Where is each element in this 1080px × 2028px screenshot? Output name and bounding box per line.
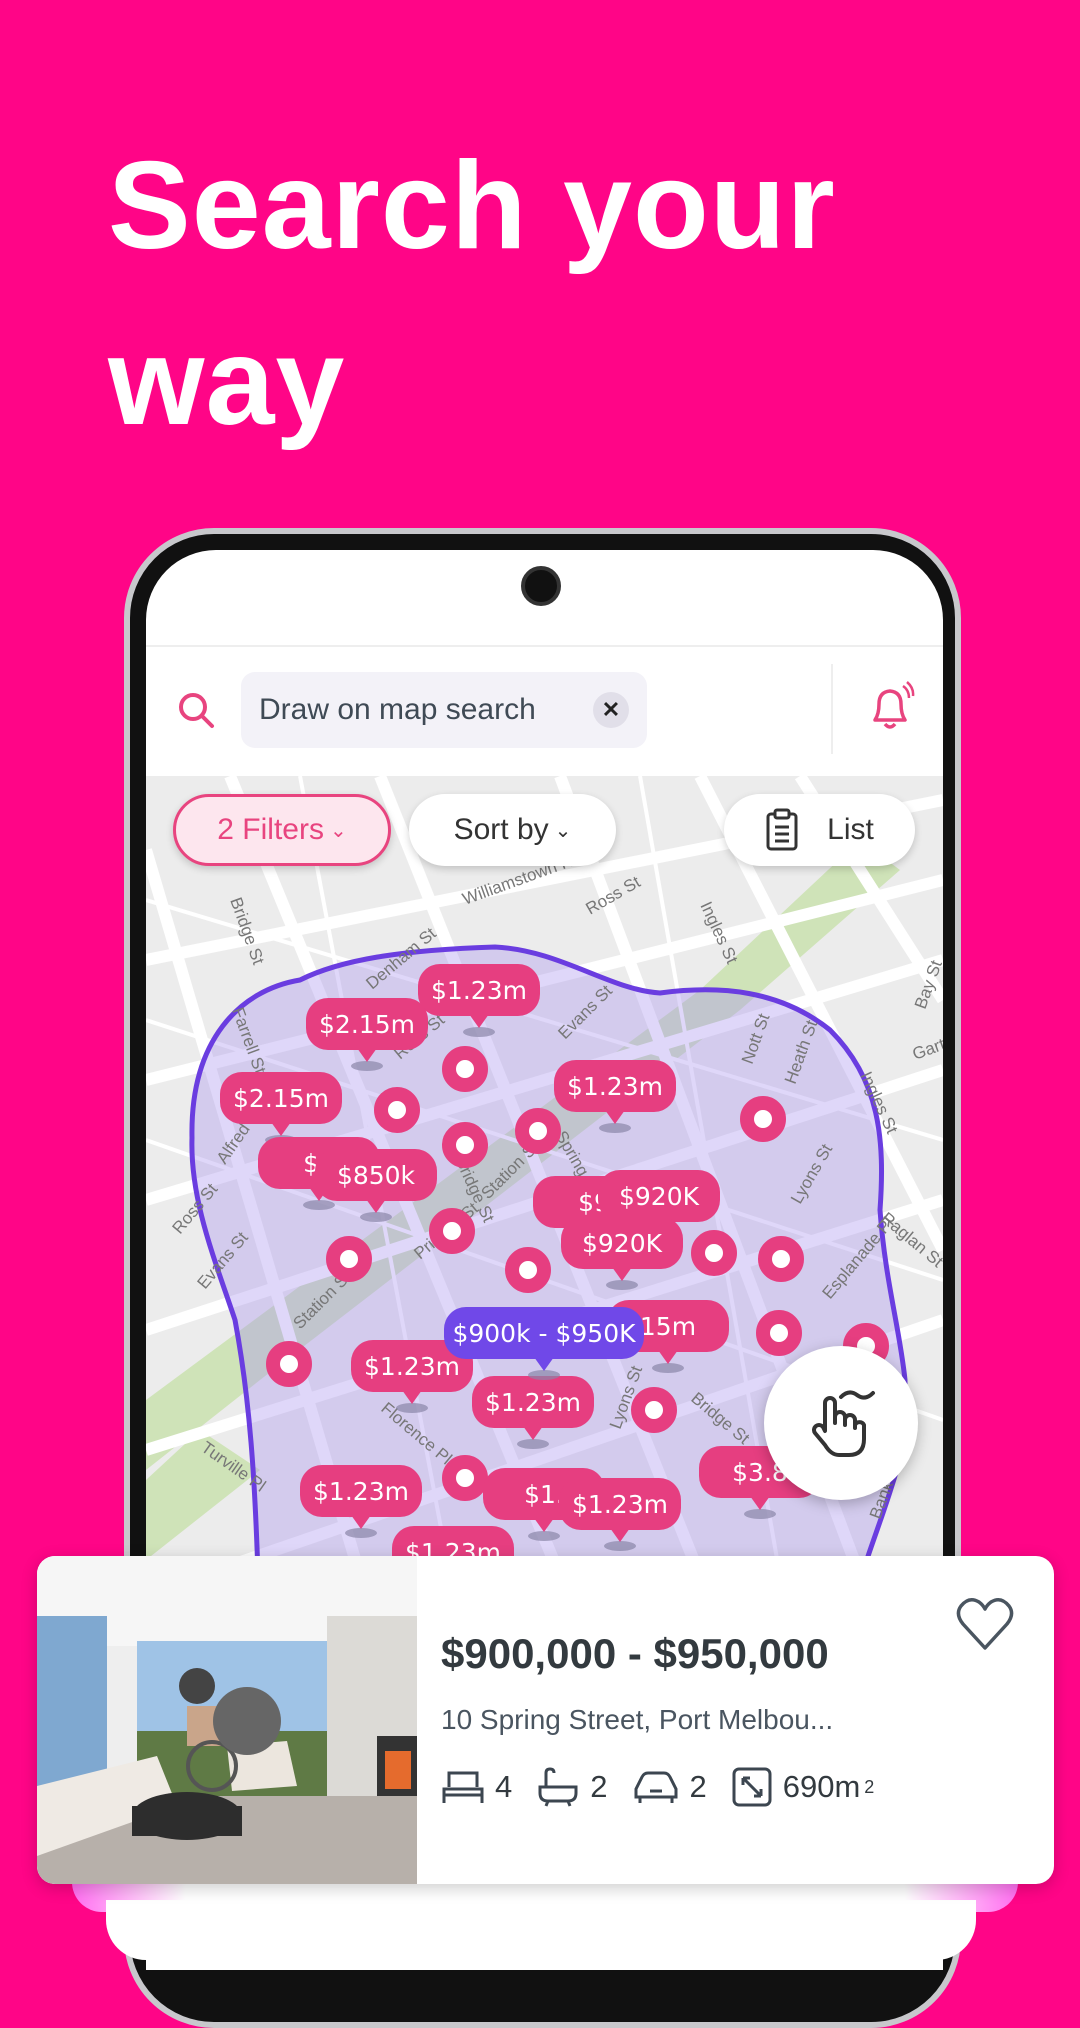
listing-photo[interactable] [37, 1556, 417, 1884]
close-icon[interactable]: ✕ [593, 692, 629, 728]
map-pin-price: $1.23m [431, 976, 527, 1005]
car-icon [634, 1771, 677, 1803]
map-pin-unlabeled[interactable] [429, 1208, 475, 1254]
map-pin-unlabeled[interactable] [374, 1087, 420, 1133]
sort-label: Sort by [453, 813, 549, 846]
map-pin-unlabeled[interactable] [442, 1122, 488, 1168]
search-input[interactable]: Draw on map search ✕ [241, 672, 647, 748]
map-pin-price: $920K [619, 1182, 700, 1211]
filters-label: 2 Filters [217, 813, 324, 846]
baths-feature: 2 [536, 1767, 608, 1807]
listing-features: 4 2 2 690m 2 [441, 1766, 898, 1808]
map-pin-price: $1.23m [567, 1072, 663, 1101]
map-pin-price: $850k [337, 1161, 416, 1190]
map-pin-price: $2.15m [233, 1084, 329, 1113]
listing-card[interactable]: $900,000 - $950,000 10 Spring Street, Po… [37, 1556, 1054, 1884]
area-value: 690m [782, 1769, 861, 1804]
map-pin-unlabeled[interactable] [740, 1096, 786, 1142]
map-pin-unlabeled[interactable] [515, 1108, 561, 1154]
map-pin-unlabeled[interactable] [691, 1230, 737, 1276]
cars-count: 2 [689, 1769, 707, 1804]
map-pin-unlabeled[interactable] [442, 1046, 488, 1092]
map-pin-unlabeled[interactable] [631, 1387, 677, 1433]
phone-base [106, 1900, 976, 1960]
baths-count: 2 [590, 1769, 608, 1804]
divider [831, 664, 833, 754]
map-pin-unlabeled[interactable] [756, 1310, 802, 1356]
filters-button[interactable]: 2 Filters ⌄ [173, 794, 391, 866]
map-pin-unlabeled[interactable] [442, 1455, 488, 1501]
draw-gesture-button[interactable] [764, 1346, 918, 1500]
map-pin-price: $1.23m [572, 1490, 668, 1519]
front-camera [521, 566, 561, 606]
map-pin-price: $1.23m [485, 1388, 581, 1417]
area-unit-superscript: 2 [864, 1776, 875, 1797]
bed-icon [442, 1771, 484, 1803]
map-pin-unlabeled[interactable] [758, 1236, 804, 1282]
map-pin-unlabeled[interactable] [266, 1341, 312, 1387]
headline-line-1: Search your [108, 137, 836, 275]
map-pin-unlabeled[interactable] [326, 1236, 372, 1282]
chevron-down-icon: ⌄ [329, 819, 347, 842]
bell-icon[interactable] [865, 680, 915, 736]
listing-price: $900,000 - $950,000 [441, 1630, 829, 1677]
map-pin-price: $920K [582, 1229, 663, 1258]
bath-icon [538, 1767, 578, 1807]
map-pin-unlabeled[interactable] [505, 1247, 551, 1293]
list-label: List [827, 813, 874, 846]
map-pin-price: $2.15m [319, 1010, 415, 1039]
area-icon [732, 1767, 772, 1807]
map-pin-price: $900k - $950K [452, 1319, 636, 1348]
list-view-button[interactable]: List [724, 794, 915, 866]
hand-pointer-icon [812, 1390, 875, 1457]
area-feature: 690m 2 [731, 1766, 875, 1808]
beds-feature: 4 [441, 1767, 512, 1807]
listing-address: 10 Spring Street, Port Melbou... [441, 1704, 834, 1735]
map-pin-price: 15m [640, 1312, 696, 1341]
clipboard-icon [766, 808, 798, 851]
headline-line-2: way [108, 313, 346, 451]
map-pin-price: $1. [524, 1480, 564, 1509]
map-pin-price: $1.23m [313, 1477, 409, 1506]
heart-icon[interactable] [955, 1596, 1015, 1652]
search-icon[interactable] [176, 690, 216, 730]
search-input-value: Draw on map search [259, 693, 536, 726]
sort-button[interactable]: Sort by ⌄ [409, 794, 616, 866]
divider [146, 645, 943, 647]
headline: Search your way [108, 118, 1008, 470]
map-pin-price: $1.23m [364, 1352, 460, 1381]
chevron-down-icon: ⌄ [554, 819, 572, 842]
beds-count: 4 [495, 1769, 513, 1804]
cars-feature: 2 [632, 1767, 707, 1807]
